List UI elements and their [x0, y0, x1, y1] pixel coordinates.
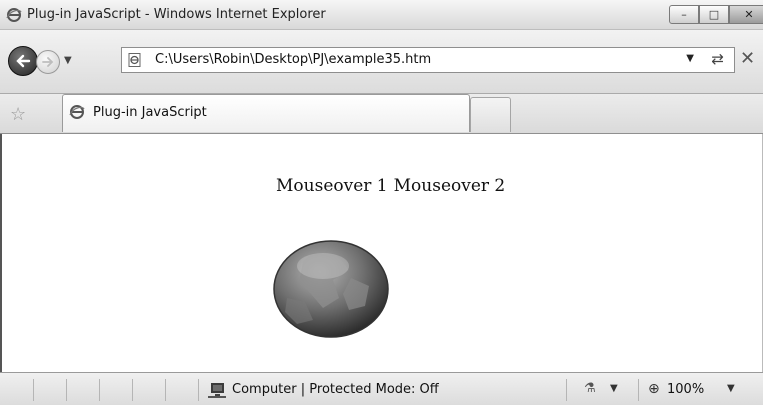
- back-arrow-icon: [16, 54, 31, 68]
- forward-button[interactable]: [36, 50, 60, 74]
- window-controls: – □ ✕: [669, 5, 763, 24]
- mouseover-links: Mouseover 1 Mouseover 2: [276, 176, 511, 196]
- tab-active[interactable]: Plug-in JavaScript: [62, 94, 470, 132]
- address-bar[interactable]: C:\Users\Robin\Desktop\PJ\example35.htm …: [121, 47, 735, 73]
- close-button[interactable]: ✕: [729, 5, 763, 24]
- status-divider: [66, 379, 67, 401]
- window-title: Plug-in JavaScript - Windows Internet Ex…: [27, 7, 326, 22]
- status-divider: [165, 379, 166, 401]
- navigation-bar: ▼ C:\Users\Robin\Desktop\PJ\example35.ht…: [0, 30, 763, 94]
- security-zone-text[interactable]: Computer | Protected Mode: Off: [232, 382, 439, 397]
- tab-label: Plug-in JavaScript: [93, 105, 207, 120]
- refresh-icon[interactable]: ⇄: [711, 50, 724, 68]
- address-dropdown[interactable]: ▼: [686, 53, 694, 64]
- ie-logo-icon: [6, 8, 22, 22]
- mouseover-link-2[interactable]: Mouseover 2: [394, 176, 506, 196]
- status-bar: Computer | Protected Mode: Off ⚗ ▼ ⊕ 100…: [0, 372, 763, 405]
- page-icon: [128, 53, 141, 67]
- status-divider: [99, 379, 100, 401]
- status-divider: [33, 379, 34, 401]
- forward-arrow-icon: [42, 57, 54, 67]
- favorites-star-icon[interactable]: ☆: [10, 104, 26, 125]
- maximize-icon: □: [708, 8, 720, 21]
- security-icon[interactable]: ⚗: [584, 381, 596, 396]
- zoom-level[interactable]: 100%: [667, 382, 704, 397]
- zoom-dropdown[interactable]: ▼: [727, 383, 735, 394]
- zoom-icon[interactable]: ⊕: [648, 381, 660, 397]
- status-divider: [132, 379, 133, 401]
- maximize-button[interactable]: □: [699, 5, 729, 24]
- back-button[interactable]: [8, 46, 38, 76]
- computer-icon: [208, 383, 226, 398]
- tab-bar: ☆ Plug-in JavaScript: [0, 94, 763, 134]
- recent-pages-dropdown[interactable]: ▼: [64, 55, 72, 66]
- mouseover-link-1[interactable]: Mouseover 1: [276, 176, 388, 196]
- title-bar: Plug-in JavaScript - Windows Internet Ex…: [0, 0, 763, 30]
- new-tab-button[interactable]: [470, 97, 511, 132]
- address-text[interactable]: C:\Users\Robin\Desktop\PJ\example35.htm: [155, 52, 431, 67]
- page-content: Mouseover 1 Mouseover 2: [0, 134, 763, 372]
- globe-image: [273, 240, 389, 338]
- minimize-icon: –: [681, 8, 687, 21]
- stop-icon[interactable]: ✕: [740, 48, 755, 69]
- close-icon: ✕: [744, 8, 754, 21]
- status-divider: [638, 379, 639, 401]
- status-divider: [198, 379, 199, 401]
- minimize-button[interactable]: –: [669, 5, 699, 24]
- status-divider: [566, 379, 567, 401]
- security-dropdown[interactable]: ▼: [610, 383, 618, 394]
- ie-page-icon: [69, 105, 85, 119]
